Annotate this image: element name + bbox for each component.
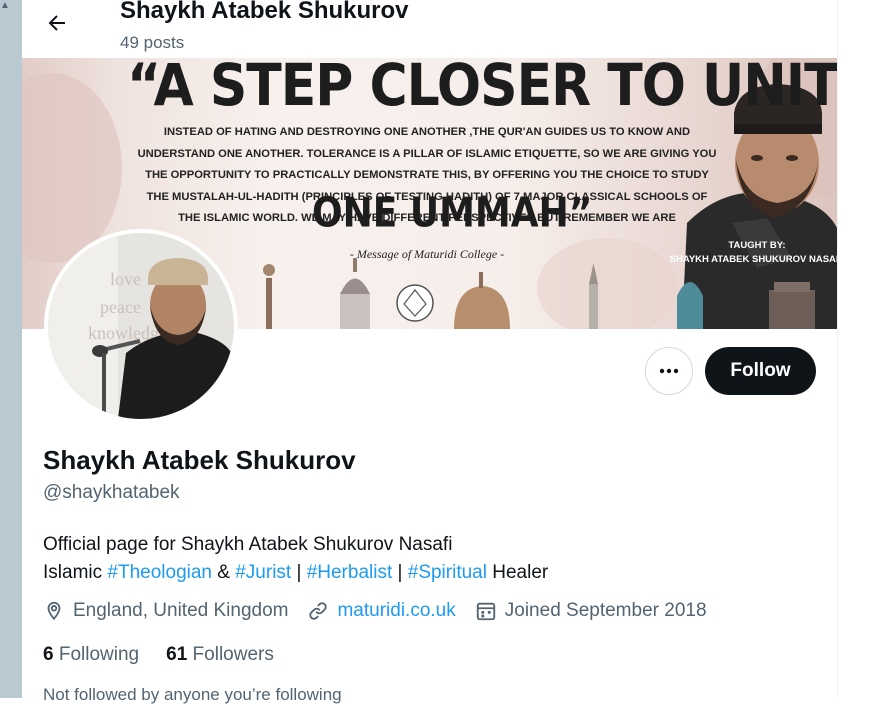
back-arrow-icon	[48, 15, 65, 31]
profile-header: Shaykh Atabek Shukurov 49 posts	[22, 0, 837, 58]
hashtag-herbalist[interactable]: #Herbalist	[307, 562, 393, 583]
banner-ummah: ONE UMMAH”	[312, 189, 593, 238]
banner-message: - Message of Maturidi College -	[349, 247, 505, 261]
bio-separator: &	[212, 562, 236, 583]
location-pin-icon	[47, 601, 61, 621]
post-count: 49 posts	[120, 33, 185, 52]
bio-line-2: Islamic #Theologian & #Jurist | #Herbali…	[43, 559, 548, 587]
display-name: Shaykh Atabek Shukurov	[43, 445, 356, 475]
avatar-word-love: love	[110, 269, 141, 289]
join-date-text: Joined September 2018	[504, 600, 707, 621]
location-text: England, United Kingdom	[73, 600, 289, 621]
calendar-icon	[476, 602, 495, 621]
bio-suffix: Healer	[486, 562, 549, 583]
banner-taught-name: SHAYKH ATABEK SHUKUROV NASAFI	[669, 254, 837, 265]
banner-taught-by: TAUGHT BY: SHAYKH ATABEK SHUKUROV NASAFI	[662, 239, 837, 267]
back-button[interactable]	[40, 6, 74, 40]
website[interactable]: maturidi.co.uk	[307, 600, 456, 622]
followers-label: Followers	[192, 644, 274, 665]
hashtag-theologian[interactable]: #Theologian	[107, 562, 212, 583]
website-link[interactable]: maturidi.co.uk	[337, 600, 455, 622]
not-followed-notice: Not followed by anyone you’re following	[43, 685, 342, 704]
avatar[interactable]: love peace knowledge	[44, 229, 238, 423]
more-options-button[interactable]	[645, 347, 693, 395]
following-count: 6	[43, 644, 54, 665]
avatar-word-peace: peace	[100, 297, 141, 317]
follow-stats: 6 Following 61 Followers	[43, 644, 301, 666]
link-icon	[309, 602, 328, 620]
bio-separator: |	[392, 562, 408, 583]
following-link[interactable]: 6 Following	[43, 644, 139, 666]
bio-line-1: Official page for Shaykh Atabek Shukurov…	[43, 534, 453, 555]
user-handle: @shaykhatabek	[43, 482, 180, 503]
right-sidebar-area	[838, 0, 874, 698]
hashtag-spiritual[interactable]: #Spiritual	[408, 562, 487, 583]
bio-separator: |	[291, 562, 307, 583]
follow-button[interactable]: Follow	[705, 347, 816, 395]
window-corner-glyph: ▲	[0, 0, 10, 11]
followers-count: 61	[166, 644, 188, 665]
hashtag-jurist[interactable]: #Jurist	[235, 562, 291, 583]
following-label: Following	[58, 644, 140, 665]
join-date: Joined September 2018	[475, 600, 707, 622]
profile-meta: England, United Kingdom maturidi.co.uk J…	[43, 600, 726, 622]
followers-link[interactable]: 61 Followers	[166, 644, 274, 666]
banner-taught-label: TAUGHT BY:	[728, 240, 786, 251]
avatar-photo: love peace knowledge	[48, 233, 234, 419]
more-icon	[659, 368, 679, 374]
location: England, United Kingdom	[43, 600, 288, 622]
profile-bio: Official page for Shaykh Atabek Shukurov…	[43, 531, 548, 587]
bio-prefix: Islamic	[43, 562, 108, 583]
window-left-edge: ▲	[0, 0, 22, 698]
header-title: Shaykh Atabek Shukurov	[120, 0, 409, 24]
banner-headline: “A STEP CLOSER TO UNITY...	[127, 58, 837, 120]
